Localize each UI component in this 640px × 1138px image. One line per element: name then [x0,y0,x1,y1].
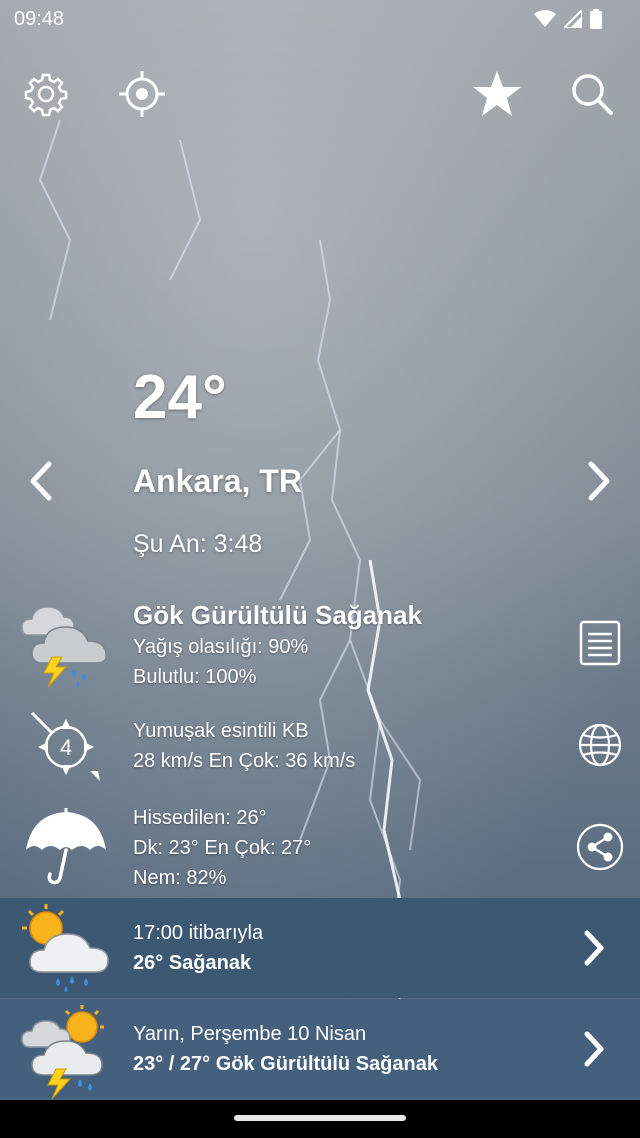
forecast-tomorrow-summary: 23° / 27° Gök Gürültülü Sağanak [133,1053,438,1075]
system-navigation-bar [0,1100,640,1138]
cloud-cover: Bulutlu: 100% [133,666,257,688]
chevron-right-icon [584,1031,604,1067]
forecast-row-tomorrow[interactable]: Yarın, Perşembe 10 Nisan 23° / 27° Gök G… [0,999,640,1099]
wind-speed: 28 km/s En Çok: 36 km/s [133,750,356,772]
settings-icon [24,73,68,117]
sun-cloud-thunder-icon [21,1005,104,1099]
settings-button[interactable] [18,66,74,122]
battery-icon [590,9,602,29]
chevron-left-icon [30,461,52,501]
feels-like: Hissedilen: 26° [133,807,267,829]
forecast-hourly-summary: 26° Sağanak [133,952,252,974]
wind-row: 4 Yumuşak esintili KB 28 km/s En Çok: 36… [0,705,640,795]
signal-icon [564,10,582,28]
forecast-row-hourly[interactable]: 17:00 itibarıyla 26° Sağanak [0,898,640,998]
previous-location-button[interactable] [16,456,66,506]
globe-icon [578,723,622,767]
next-location-button[interactable] [574,456,624,506]
status-time: 09:48 [14,8,65,30]
wind-compass-icon: 4 [30,711,100,781]
beaufort-number: 4 [60,735,72,760]
forecast-tomorrow-date: Yarın, Perşembe 10 Nisan [133,1023,367,1045]
condition-row: Gök Gürültülü Sağanak Yağış olasılığı: 9… [0,595,640,695]
umbrella-icon [26,808,106,885]
details-list-icon [579,620,621,666]
favorite-star-icon [473,71,521,116]
search-icon [572,74,613,115]
chevron-right-icon [588,461,610,501]
share-button[interactable] [576,823,624,871]
globe-button[interactable] [576,721,624,769]
details-button[interactable] [576,619,624,667]
humidity: Nem: 82% [133,867,227,889]
home-gesture-handle[interactable] [234,1115,406,1121]
locate-button[interactable] [114,66,170,122]
location-target-icon [119,71,165,117]
search-button[interactable] [564,66,620,122]
sun-cloud-rain-icon [22,904,109,992]
wind-description: Yumuşak esintili KB [133,720,309,742]
forecast-hourly-arrow[interactable] [574,924,614,972]
status-bar: 09:48 [0,0,640,40]
condition-title: Gök Gürültülü Sağanak [133,600,422,630]
wifi-icon [534,10,556,27]
location-name: Ankara, TR [133,463,302,499]
feels-like-row: Hissedilen: 26° Dk: 23° En Çok: 27° Nem:… [0,800,640,895]
min-max-temperature: Dk: 23° En Çok: 27° [133,837,312,859]
forecast-tomorrow-arrow[interactable] [574,1025,614,1073]
precipitation-chance: Yağış olasılığı: 90% [133,636,309,658]
forecast-hourly-time: 17:00 itibarıyla [133,922,264,944]
favorite-button[interactable] [469,66,525,122]
chevron-right-icon [584,930,604,966]
status-icons [534,9,602,29]
thunderstorm-cloud-icon [21,606,108,688]
top-toolbar [0,60,640,130]
current-temperature: 24° [133,363,227,432]
current-time-label: Şu An: 3:48 [133,530,263,558]
share-icon [576,823,624,871]
